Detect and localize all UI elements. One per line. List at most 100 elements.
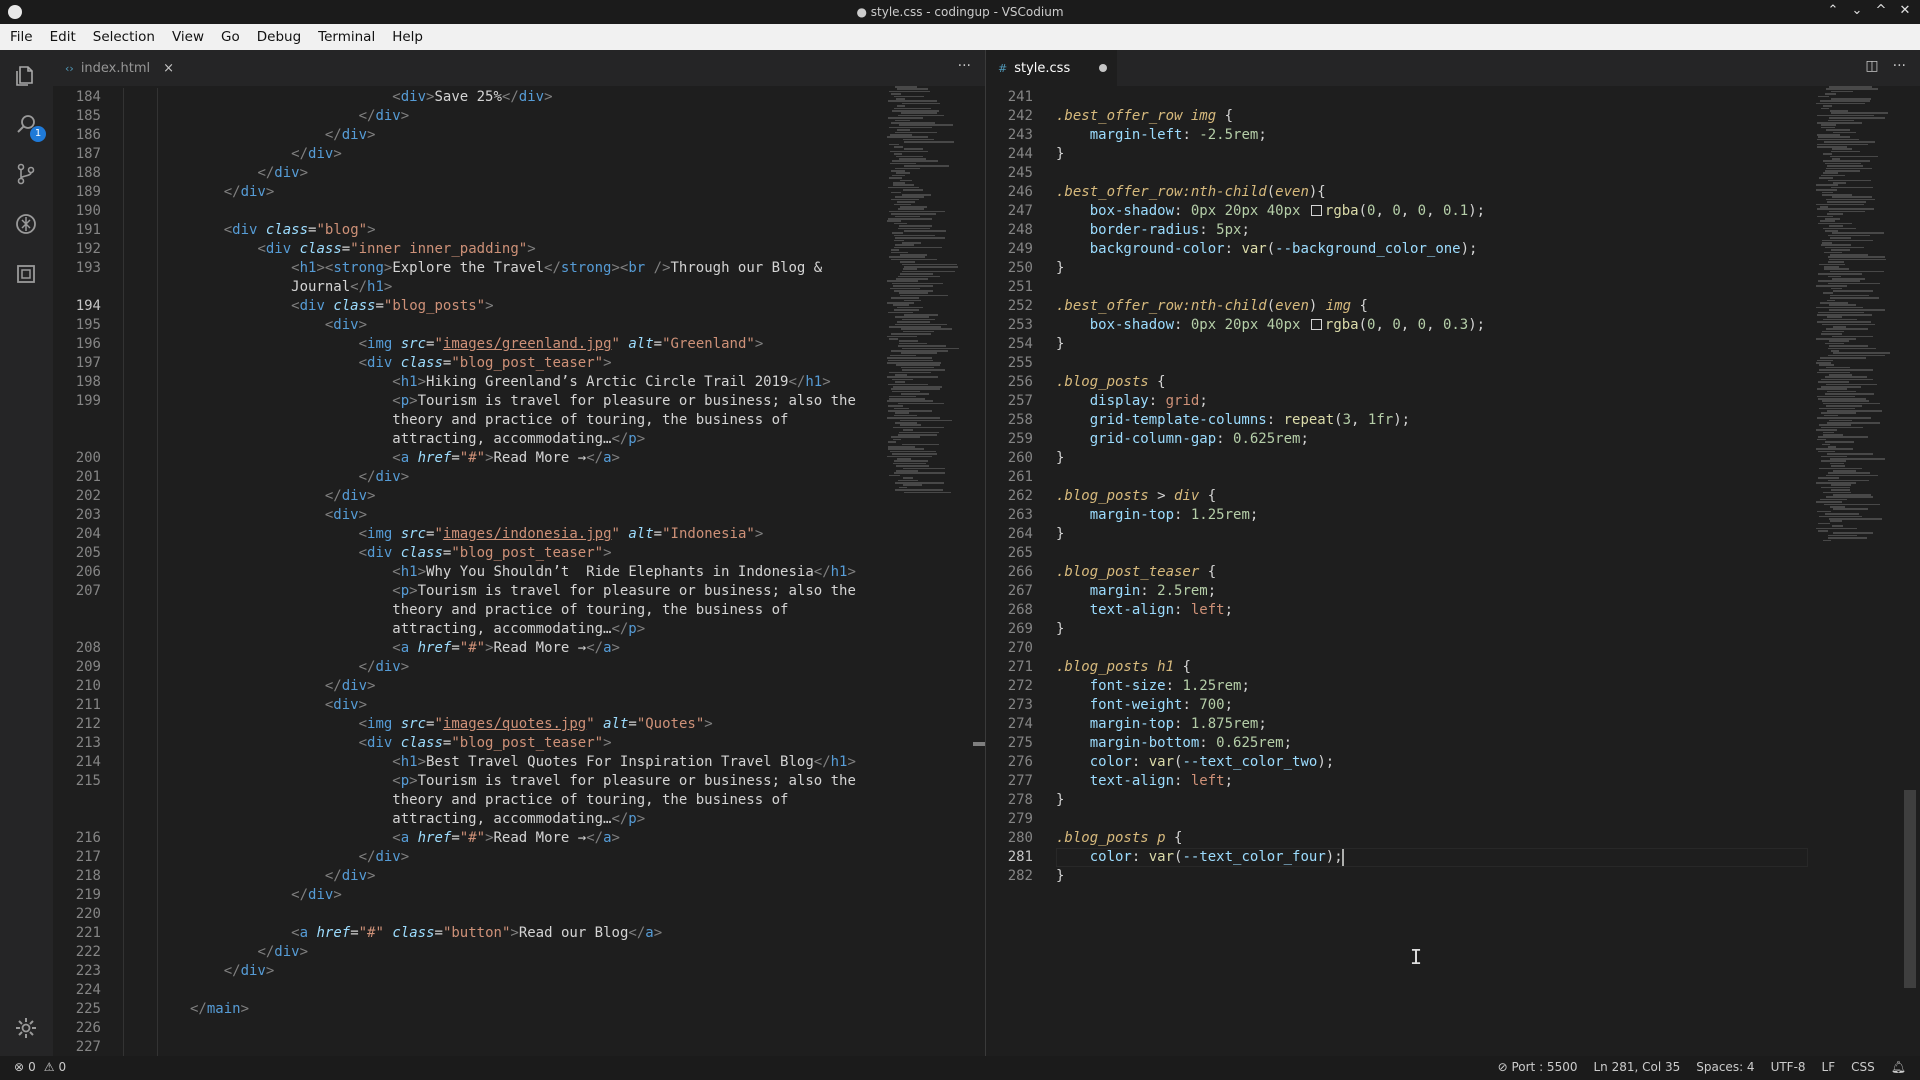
- code-line[interactable]: <div class="blog">: [190, 221, 376, 240]
- code-line[interactable]: .best_offer_row:nth-child(even) img {: [1056, 297, 1368, 316]
- unsaved-dot-icon[interactable]: [1099, 64, 1108, 72]
- menu-debug[interactable]: Debug: [247, 29, 308, 45]
- code-line[interactable]: text-align: left;: [1056, 772, 1233, 791]
- code-line[interactable]: <a href="#">Read More →</a>: [190, 829, 620, 848]
- code-line[interactable]: <div class="blog_post_teaser">: [190, 354, 612, 373]
- code-line[interactable]: font-weight: 700;: [1056, 696, 1233, 715]
- split-editor-icon[interactable]: ◫: [1865, 58, 1878, 74]
- code-line[interactable]: </div>: [190, 126, 376, 145]
- code-line[interactable]: box-shadow: 0px 20px 40px rgba(0, 0, 0, …: [1056, 202, 1485, 221]
- maximize-icon[interactable]: ^: [1874, 3, 1888, 18]
- code-line[interactable]: <p>Tourism is travel for pleasure or bus…: [190, 772, 856, 791]
- live-server-port[interactable]: ⊘ Port : 5500: [1498, 1060, 1578, 1074]
- code-line[interactable]: </div>: [190, 867, 376, 886]
- menu-help[interactable]: Help: [382, 29, 430, 45]
- code-line[interactable]: box-shadow: 0px 20px 40px rgba(0, 0, 0, …: [1056, 316, 1485, 335]
- code-line[interactable]: attracting, accommodating…</p>: [190, 430, 645, 449]
- scrollbar-right[interactable]: [1904, 790, 1916, 988]
- code-line[interactable]: </div>: [190, 658, 410, 677]
- code-line[interactable]: <img src="images/indonesia.jpg" alt="Ind…: [190, 525, 764, 544]
- code-line[interactable]: <div class="blog_post_teaser">: [190, 734, 612, 753]
- code-line[interactable]: <h1>Best Travel Quotes For Inspiration T…: [190, 753, 856, 772]
- files-icon[interactable]: [14, 64, 38, 88]
- code-line[interactable]: <a href="#" class="button">Read our Blog…: [190, 924, 662, 943]
- code-line[interactable]: theory and practice of touring, the busi…: [190, 411, 788, 430]
- code-line[interactable]: .blog_posts > div {: [1056, 487, 1216, 506]
- code-line[interactable]: </div>: [190, 468, 410, 487]
- menu-view[interactable]: View: [162, 29, 211, 45]
- debug-icon[interactable]: [14, 212, 38, 236]
- problems-indicator[interactable]: ⊗ 0 ⚠ 0: [14, 1060, 66, 1074]
- code-line[interactable]: <a href="#">Read More →</a>: [190, 639, 620, 658]
- code-line[interactable]: }: [1056, 259, 1064, 278]
- code-line[interactable]: .blog_posts h1 {: [1056, 658, 1191, 677]
- code-line[interactable]: }: [1056, 449, 1064, 468]
- code-line[interactable]: .best_offer_row img {: [1056, 107, 1233, 126]
- language-mode[interactable]: CSS: [1851, 1060, 1875, 1074]
- code-line[interactable]: </div>: [190, 886, 342, 905]
- code-line[interactable]: </div>: [190, 943, 308, 962]
- code-line[interactable]: <h1>Hiking Greenland’s Arctic Circle Tra…: [190, 373, 830, 392]
- close-tab-icon[interactable]: ×: [163, 61, 174, 76]
- code-line[interactable]: text-align: left;: [1056, 601, 1233, 620]
- code-line[interactable]: theory and practice of touring, the busi…: [190, 791, 788, 810]
- code-line[interactable]: <img src="images/greenland.jpg" alt="Gre…: [190, 335, 764, 354]
- code-line[interactable]: color: var(--text_color_two);: [1056, 753, 1334, 772]
- close-window-icon[interactable]: ✕: [1898, 3, 1912, 18]
- code-line[interactable]: <div>: [190, 316, 367, 335]
- more-actions-icon[interactable]: ···: [958, 58, 971, 74]
- code-line[interactable]: Journal</h1>: [190, 278, 392, 297]
- code-line[interactable]: <img src="images/quotes.jpg" alt="Quotes…: [190, 715, 713, 734]
- code-line[interactable]: <div>Save 25%</div>: [190, 88, 552, 107]
- code-line[interactable]: </div>: [190, 677, 376, 696]
- code-line[interactable]: }: [1056, 525, 1064, 544]
- code-line[interactable]: <h1><strong>Explore the Travel</strong><…: [190, 259, 822, 278]
- code-line[interactable]: grid-column-gap: 0.625rem;: [1056, 430, 1309, 449]
- code-line[interactable]: margin: 2.5rem;: [1056, 582, 1216, 601]
- code-line[interactable]: color: var(--text_color_four);: [1056, 848, 1343, 867]
- menu-go[interactable]: Go: [211, 29, 247, 45]
- menu-file[interactable]: File: [0, 29, 40, 45]
- code-line[interactable]: </div>: [190, 487, 376, 506]
- cursor-position[interactable]: Ln 281, Col 35: [1593, 1060, 1680, 1074]
- code-line[interactable]: background-color: var(--background_color…: [1056, 240, 1478, 259]
- code-line[interactable]: .best_offer_row:nth-child(even){: [1056, 183, 1326, 202]
- code-line[interactable]: margin-bottom: 0.625rem;: [1056, 734, 1292, 753]
- minimap-right[interactable]: [1812, 86, 1894, 646]
- code-line[interactable]: .blog_posts {: [1056, 373, 1166, 392]
- code-line[interactable]: <div class="blog_post_teaser">: [190, 544, 612, 563]
- code-line[interactable]: </main>: [190, 1000, 249, 1019]
- gear-icon[interactable]: [14, 1016, 38, 1040]
- menu-edit[interactable]: Edit: [40, 29, 83, 45]
- code-line[interactable]: <div>: [190, 506, 367, 525]
- code-line[interactable]: font-size: 1.25rem;: [1056, 677, 1250, 696]
- code-line[interactable]: }: [1056, 145, 1064, 164]
- encoding[interactable]: UTF-8: [1771, 1060, 1806, 1074]
- code-line[interactable]: margin-top: 1.25rem;: [1056, 506, 1259, 525]
- code-line[interactable]: <p>Tourism is travel for pleasure or bus…: [190, 392, 856, 411]
- code-line[interactable]: <a href="#">Read More →</a>: [190, 449, 620, 468]
- bell-icon[interactable]: 🔔︎: [1891, 1060, 1906, 1074]
- menu-selection[interactable]: Selection: [83, 29, 162, 45]
- code-line[interactable]: </div>: [190, 107, 410, 126]
- tab-style-css[interactable]: # style.css: [986, 50, 1118, 86]
- code-line[interactable]: margin-top: 1.875rem;: [1056, 715, 1267, 734]
- code-line[interactable]: <div class="inner inner_padding">: [190, 240, 535, 259]
- code-line[interactable]: </div>: [190, 164, 308, 183]
- code-line[interactable]: <h1>Why You Shouldn’t Ride Elephants in …: [190, 563, 856, 582]
- source-control-icon[interactable]: [14, 162, 38, 186]
- minimize-icon[interactable]: ⌄: [1850, 3, 1864, 18]
- code-line[interactable]: }: [1056, 620, 1064, 639]
- code-line[interactable]: margin-left: -2.5rem;: [1056, 126, 1267, 145]
- code-line[interactable]: </div>: [190, 145, 342, 164]
- tab-index-html[interactable]: ‹› index.html ×: [53, 50, 184, 86]
- code-line[interactable]: attracting, accommodating…</p>: [190, 620, 645, 639]
- code-line[interactable]: border-radius: 5px;: [1056, 221, 1250, 240]
- search-icon[interactable]: [14, 112, 38, 136]
- code-line[interactable]: }: [1056, 791, 1064, 810]
- code-line[interactable]: </div>: [190, 848, 410, 867]
- more-actions-icon[interactable]: ···: [1893, 58, 1906, 74]
- code-line[interactable]: theory and practice of touring, the busi…: [190, 601, 788, 620]
- minimap-left[interactable]: [883, 86, 965, 646]
- code-line[interactable]: <p>Tourism is travel for pleasure or bus…: [190, 582, 856, 601]
